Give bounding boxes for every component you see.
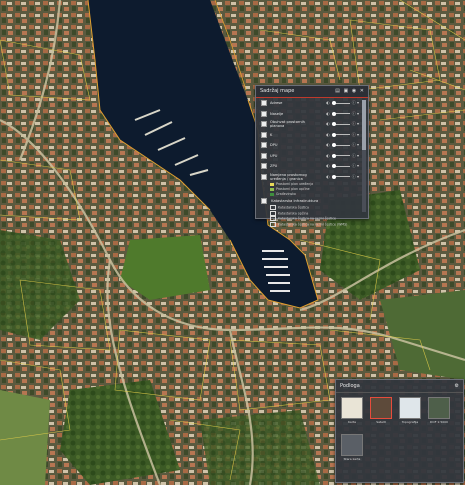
opacity-icon: ◐ xyxy=(326,142,330,147)
opacity-icon: ◐ xyxy=(326,110,330,116)
layer-label: Namjena prostornog uređenja / granica xyxy=(270,172,307,181)
basemap-thumbnail[interactable] xyxy=(341,397,363,419)
layer-checkbox[interactable] xyxy=(261,163,267,169)
layer-row[interactable]: Obuhvat prostornih planova ◐ ⓘ ▾ xyxy=(256,119,368,130)
opacity-slider[interactable] xyxy=(331,122,350,126)
info-icon[interactable]: ⓘ xyxy=(352,132,356,137)
close-icon[interactable]: ⚙ xyxy=(455,380,459,392)
layer-label: Obuhvat prostornih planova xyxy=(270,120,305,128)
basemap-tile-label: DOF 1:5000 xyxy=(430,420,448,424)
info-icon[interactable]: ⓘ xyxy=(352,111,356,116)
opacity-slider[interactable] xyxy=(331,143,350,147)
layer-row[interactable]: Adrese ◐ ⓘ ▾ xyxy=(256,98,368,109)
layer-checkbox[interactable] xyxy=(261,152,267,159)
layer-row[interactable]: Namjena prostornog uređenja / granica ◐ ⓘ … xyxy=(256,172,368,183)
basemap-thumbnail[interactable] xyxy=(399,397,421,419)
opacity-slider[interactable] xyxy=(331,132,350,137)
opacity-slider[interactable] xyxy=(331,164,350,168)
opacity-icon: ◐ xyxy=(326,131,330,137)
opacity-icon: ◐ xyxy=(326,163,330,168)
slider-handle[interactable] xyxy=(331,164,336,168)
basemap-tile[interactable]: Karta xyxy=(341,397,363,425)
move-down-icon[interactable]: ▾ xyxy=(357,153,359,158)
layer-label: UPU xyxy=(270,153,278,158)
layer-group-cadastre[interactable]: Katastarska infrastruktura xyxy=(256,197,368,205)
basemap-thumbnail[interactable] xyxy=(370,397,392,419)
move-down-icon[interactable]: ▾ xyxy=(357,163,359,168)
basemap-tile[interactable]: Topografija xyxy=(399,397,421,425)
scrollbar[interactable] xyxy=(362,100,366,212)
folder-icon[interactable]: ▣ xyxy=(344,88,350,94)
opacity-icon: ◐ xyxy=(326,100,330,105)
basemap-tile-label: Topografija xyxy=(401,420,419,424)
slider-handle[interactable] xyxy=(331,174,336,179)
basemap-thumbnail[interactable] xyxy=(428,397,450,419)
layer-row[interactable]: K ◐ ⓘ ▾ xyxy=(256,130,368,141)
move-down-icon[interactable]: ▾ xyxy=(357,174,359,179)
info-icon[interactable]: ⓘ xyxy=(352,174,356,179)
map-contents-panel: Sadržaj mape ▤ ▣ ◉ ✕ Adrese ◐ ⓘ ▾ Naselje ◐ ⓘ… xyxy=(255,85,369,227)
opacity-slider[interactable] xyxy=(331,153,350,158)
scrollbar-thumb[interactable] xyxy=(362,100,366,150)
close-icon[interactable]: ✕ xyxy=(360,88,365,94)
basemap-tile-label: Satelit xyxy=(376,420,386,424)
info-icon[interactable]: ⓘ xyxy=(352,153,356,158)
info-icon[interactable]: ⓘ xyxy=(352,100,356,105)
layer-label: Naselje xyxy=(270,111,284,116)
layer-row[interactable]: Naselje ◐ ⓘ ▾ xyxy=(256,109,368,120)
slider-handle[interactable] xyxy=(331,153,336,158)
basemap-tile[interactable]: DOF 1:5000 xyxy=(428,397,450,425)
slider-handle[interactable] xyxy=(331,143,336,147)
layer-row[interactable]: ZPU ◐ ⓘ ▾ xyxy=(256,161,368,172)
layer-row[interactable]: DPU ◐ ⓘ ▾ xyxy=(256,140,368,151)
layer-list-icon[interactable]: ▤ xyxy=(335,88,341,94)
layer-checkbox[interactable] xyxy=(261,110,267,117)
layer-checkbox[interactable] xyxy=(261,173,267,180)
basemap-panel: Podloga ⚙ Karta Satelit Topografija DOF 1:5… xyxy=(335,379,464,483)
layer-label: Adrese xyxy=(270,101,283,105)
opacity-icon: ◐ xyxy=(326,152,330,158)
opacity-icon: ◐ xyxy=(326,173,330,179)
layer-checkbox[interactable] xyxy=(261,198,267,204)
opacity-icon: ◐ xyxy=(326,121,330,126)
opacity-slider[interactable] xyxy=(331,174,350,179)
layer-checkbox[interactable] xyxy=(261,121,267,127)
basemap-title: Podloga xyxy=(340,383,360,389)
layer-label: K xyxy=(270,132,273,137)
slider-handle[interactable] xyxy=(331,132,336,137)
layer-label: DPU xyxy=(270,143,278,147)
move-down-icon[interactable]: ▾ xyxy=(357,132,359,137)
opacity-slider[interactable] xyxy=(331,111,350,116)
basemap-tile-label: Karta xyxy=(347,420,356,424)
move-down-icon[interactable]: ▾ xyxy=(357,142,359,147)
basemap-tile[interactable]: Stara karta xyxy=(341,434,363,462)
slider-handle[interactable] xyxy=(331,122,336,126)
layer-checkbox[interactable] xyxy=(261,142,267,148)
opacity-slider[interactable] xyxy=(331,101,350,105)
slider-handle[interactable] xyxy=(331,101,336,105)
layer-label: ZPU xyxy=(270,164,278,168)
move-down-icon[interactable]: ▾ xyxy=(357,100,359,105)
slider-handle[interactable] xyxy=(331,111,336,116)
map-contents-header: Sadržaj mape ▤ ▣ ◉ ✕ xyxy=(256,86,368,98)
layer-checkbox[interactable] xyxy=(261,131,267,138)
map-contents-title: Sadržaj mape xyxy=(260,88,295,94)
basemap-header: Podloga ⚙ xyxy=(336,380,463,393)
legend-item: Katastarska čestica na razini čestice (W… xyxy=(256,221,368,228)
layer-row[interactable]: UPU ◐ ⓘ ▾ xyxy=(256,151,368,162)
info-icon[interactable]: ⓘ xyxy=(352,142,356,147)
move-down-icon[interactable]: ▾ xyxy=(357,121,359,126)
basemap-tile-label: Stara karta xyxy=(343,457,361,461)
info-icon[interactable]: ⓘ xyxy=(352,163,356,168)
basemap-tile[interactable]: Satelit xyxy=(370,397,392,425)
basemap-thumbnail[interactable] xyxy=(341,434,363,456)
info-icon[interactable]: ⓘ xyxy=(352,121,356,126)
layer-checkbox[interactable] xyxy=(261,100,267,106)
eye-icon[interactable]: ◉ xyxy=(352,88,357,94)
move-down-icon[interactable]: ▾ xyxy=(357,111,359,116)
